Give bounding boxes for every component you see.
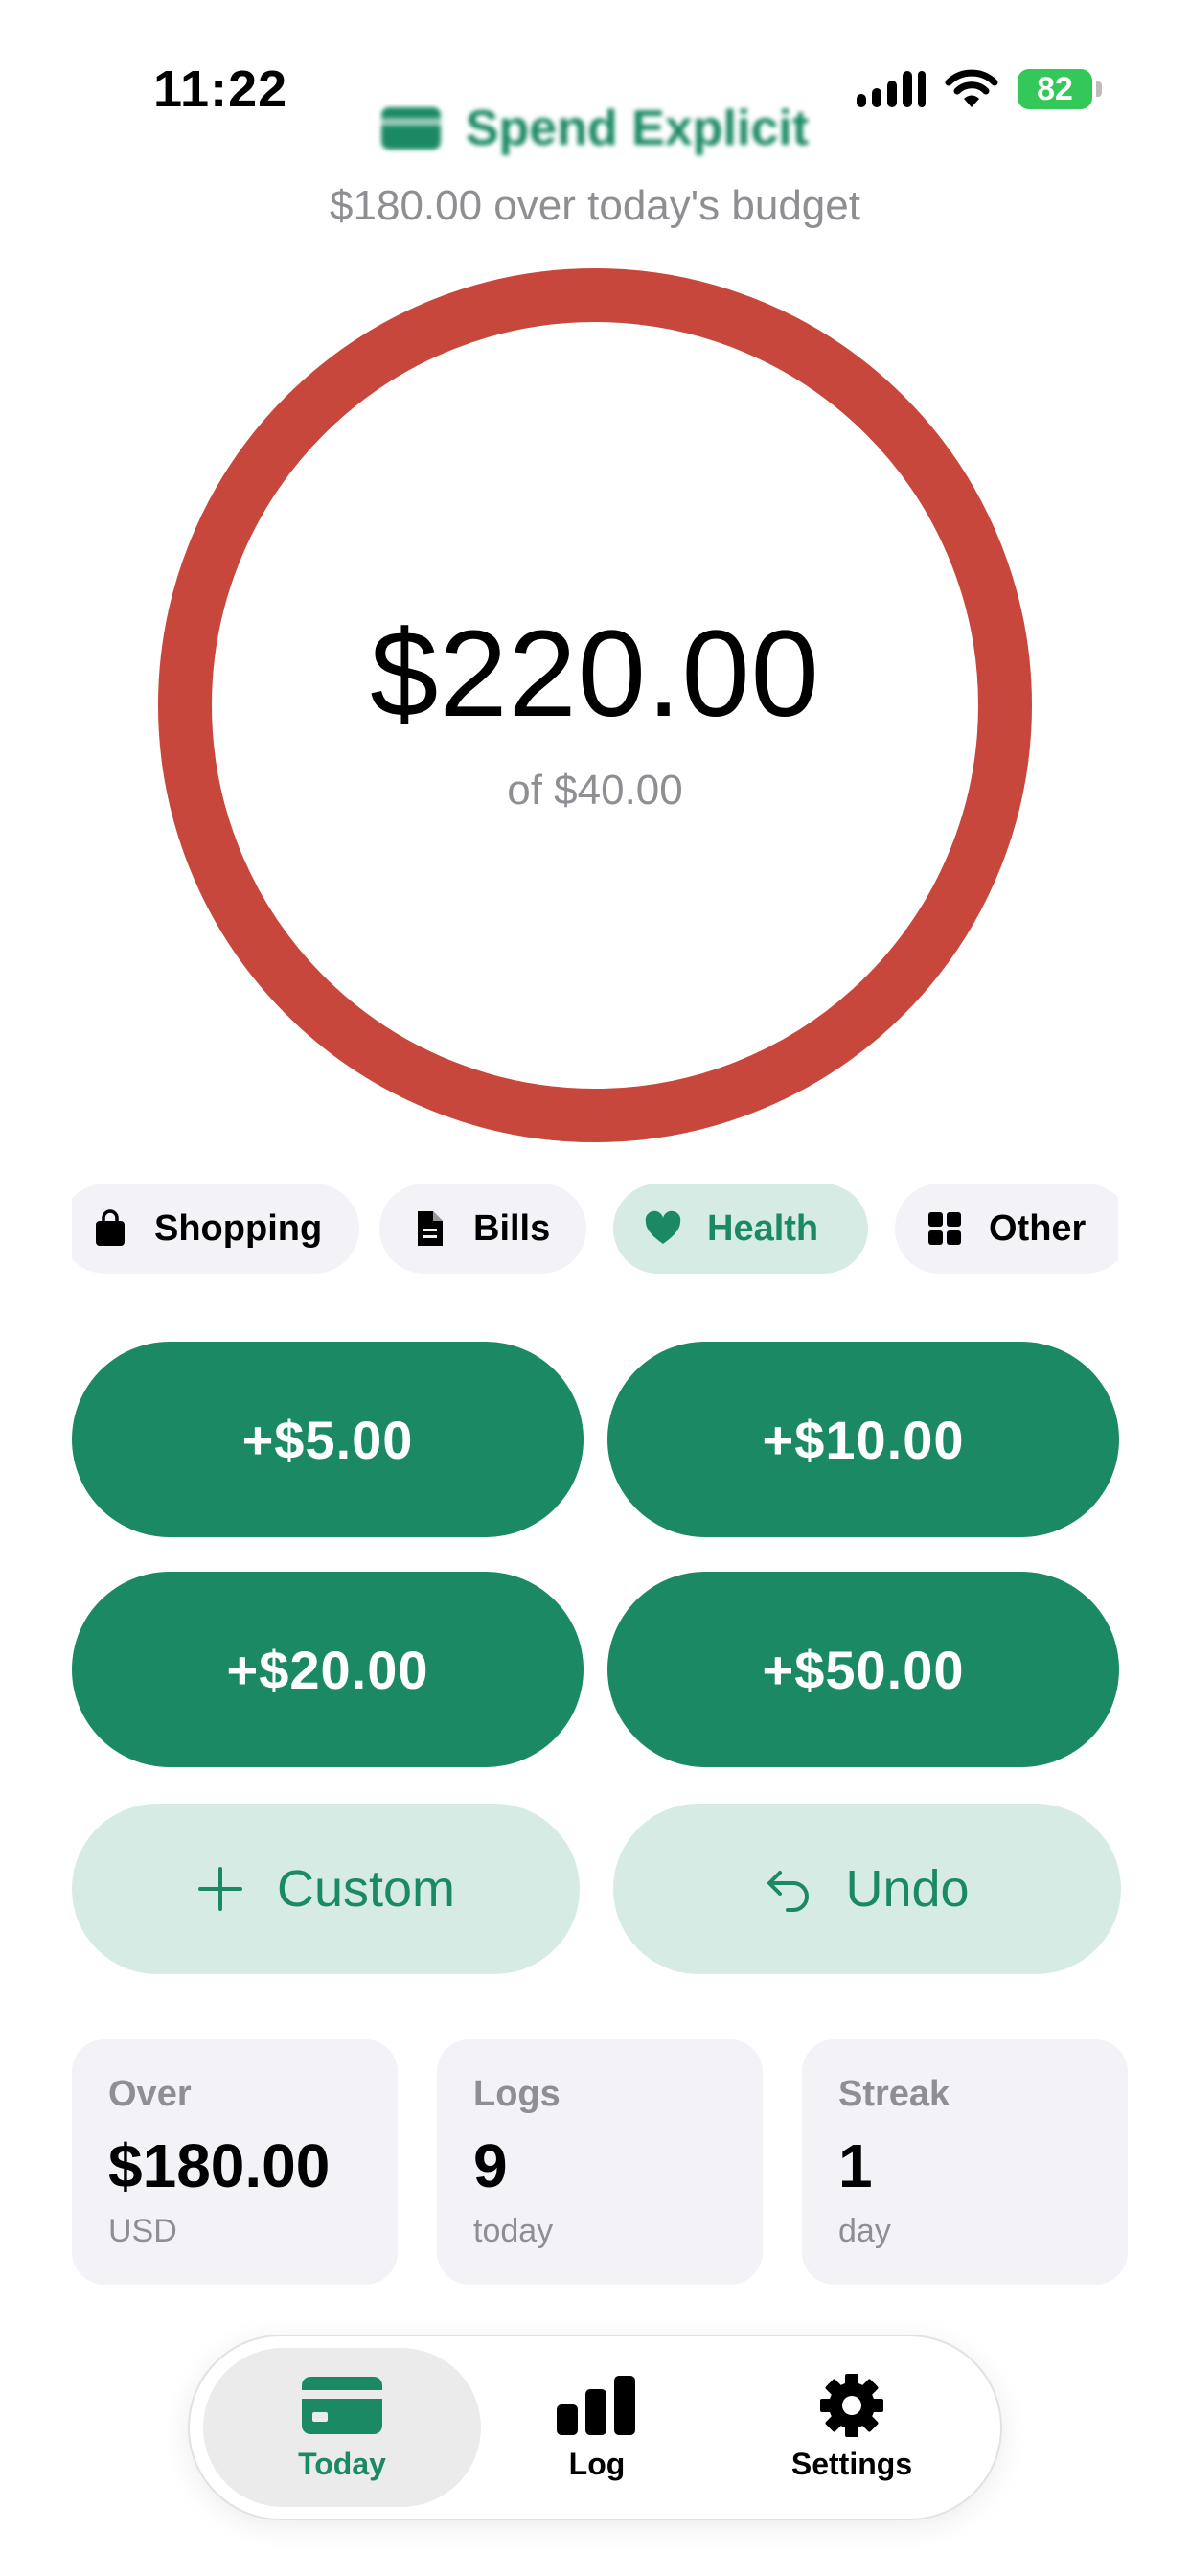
app-title-text: Spend Explicit — [465, 101, 810, 156]
card-icon — [380, 107, 441, 150]
gear-icon — [820, 2373, 883, 2437]
category-other[interactable]: Other — [895, 1184, 1118, 1274]
stat-label: Streak — [838, 2074, 950, 2114]
add-10-button[interactable]: +$10.00 — [607, 1342, 1119, 1537]
shopping-bag-icon — [96, 1209, 125, 1246]
budget-total: of $40.00 — [507, 767, 683, 814]
custom-label: Custom — [276, 1860, 456, 1918]
custom-amount-button[interactable]: Custom — [72, 1804, 580, 1974]
card-icon — [302, 2376, 382, 2434]
category-selector: Shopping Bills Health Other — [72, 1184, 1118, 1274]
stat-sub: USD — [108, 2213, 177, 2249]
app-title: Spend Explicit — [0, 100, 1190, 157]
tab-settings[interactable]: Settings — [713, 2348, 991, 2507]
budget-status-text: $180.00 over today's budget — [330, 182, 860, 229]
category-label: Shopping — [154, 1208, 323, 1249]
category-label: Other — [989, 1208, 1087, 1249]
tab-label: Settings — [790, 2446, 913, 2481]
category-label: Bills — [473, 1208, 551, 1249]
tab-bar: Today Log Settings — [188, 2334, 1002, 2520]
stat-logs: Logs 9 today — [437, 2039, 763, 2285]
add-20-button[interactable]: +$20.00 — [72, 1572, 584, 1767]
heart-icon — [645, 1210, 681, 1244]
grid-icon — [928, 1212, 961, 1245]
category-shopping[interactable]: Shopping — [72, 1184, 359, 1274]
category-label: Health — [707, 1208, 819, 1249]
stat-value: 1 — [838, 2131, 873, 2200]
stat-label: Over — [108, 2074, 192, 2114]
document-icon — [418, 1211, 443, 1246]
stat-over: Over $180.00 USD — [72, 2039, 398, 2285]
tab-today[interactable]: Today — [203, 2348, 481, 2507]
stat-value: 9 — [473, 2131, 508, 2200]
plus-icon — [197, 1867, 242, 1911]
stat-sub: today — [473, 2213, 554, 2249]
category-bills[interactable]: Bills — [379, 1184, 586, 1274]
budget-ring: $220.00 of $40.00 — [158, 268, 1032, 1142]
undo-icon — [767, 1871, 810, 1912]
stat-value: $180.00 — [108, 2131, 331, 2200]
add-5-button[interactable]: +$5.00 — [72, 1342, 584, 1537]
stat-label: Logs — [473, 2074, 561, 2114]
undo-label: Undo — [845, 1860, 970, 1918]
tab-label: Today — [298, 2446, 386, 2481]
spent-amount: $220.00 — [370, 606, 820, 743]
undo-button[interactable]: Undo — [613, 1804, 1121, 1974]
category-health[interactable]: Health — [613, 1184, 868, 1274]
stat-sub: day — [838, 2213, 891, 2249]
bar-chart-icon — [557, 2375, 635, 2435]
stat-streak: Streak 1 day — [802, 2039, 1128, 2285]
add-50-button[interactable]: +$50.00 — [607, 1572, 1119, 1767]
tab-log[interactable]: Log — [458, 2348, 736, 2507]
tab-label: Log — [568, 2446, 626, 2481]
